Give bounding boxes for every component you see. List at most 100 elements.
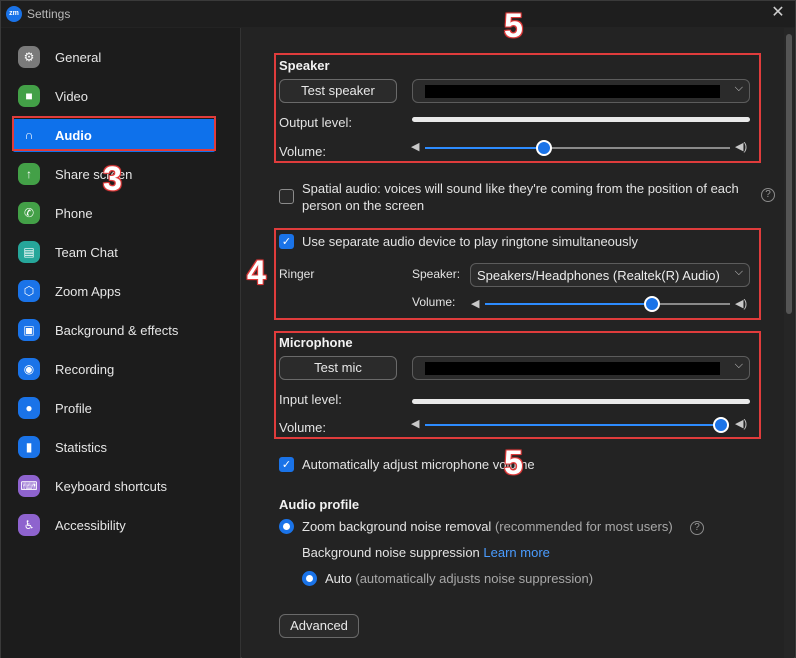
volume-high-icon: ◀) — [735, 418, 748, 430]
microphone-section-title: Microphone — [279, 335, 353, 350]
sidebar-item-label: Accessibility — [55, 518, 126, 533]
sidebar-item-audio[interactable]: ∩ Audio — [13, 119, 215, 152]
profile-icon: ● — [18, 397, 40, 419]
scrollbar-thumb[interactable] — [786, 34, 792, 314]
sidebar-item-video[interactable]: ■ Video — [13, 80, 215, 113]
spatial-audio-label-line2: person on the screen — [302, 198, 425, 213]
auto-suppression-line: Auto (automatically adjusts noise suppre… — [325, 571, 593, 586]
sidebar-item-profile[interactable]: ● Profile — [13, 392, 215, 425]
vertical-scrollbar[interactable] — [784, 28, 794, 658]
ringer-speaker-value: Speakers/Headphones (Realtek(R) Audio) — [477, 268, 720, 283]
suppression-line: Background noise suppression Learn more — [302, 545, 550, 560]
statistics-icon: ▮ — [18, 436, 40, 458]
zoom-noise-removal-line: Zoom background noise removal (recommend… — [302, 519, 673, 534]
zoom-noise-removal-hint: (recommended for most users) — [494, 519, 673, 534]
sidebar-item-label: Team Chat — [55, 245, 118, 260]
sidebar-item-label: Profile — [55, 401, 92, 416]
annotation-number-3: 3 — [103, 160, 122, 198]
ringer-label: Ringer — [279, 267, 315, 281]
ringer-volume-label: Volume: — [412, 295, 456, 309]
speaker-volume-knob[interactable] — [535, 140, 552, 156]
share-screen-icon: ↑ — [18, 163, 40, 185]
mic-volume-slider[interactable] — [425, 417, 729, 433]
input-level-meter — [412, 399, 750, 404]
volume-low-icon: ◀ — [411, 141, 420, 153]
keyboard-icon: ⌨ — [18, 475, 40, 497]
auto-adjust-mic-checkbox[interactable]: ✓ — [279, 457, 294, 472]
chevron-down-icon: ⌵ — [734, 82, 743, 94]
title-bar: zm Settings ✕ — [1, 1, 795, 27]
sidebar-item-label: Video — [55, 89, 89, 104]
sidebar-item-background-effects[interactable]: ▣ Background & effects — [13, 314, 215, 347]
phone-icon: ✆ — [18, 202, 40, 224]
audio-profile-title: Audio profile — [279, 497, 360, 512]
test-mic-button[interactable]: Test mic — [279, 356, 397, 380]
chat-icon: ▤ — [18, 241, 40, 263]
annotation-number-4: 4 — [247, 254, 266, 292]
ringer-volume-fill — [485, 303, 652, 305]
sidebar: ⚙ General ■ Video ∩ Audio ↑ Share screen ✆ Phone ▤… — [1, 28, 241, 658]
sidebar-item-recording[interactable]: ◉ Recording — [13, 353, 215, 386]
chevron-down-icon: ⌵ — [734, 266, 743, 278]
speaker-volume-label: Volume: — [279, 144, 326, 159]
learn-more-link[interactable]: Learn more — [483, 545, 549, 560]
window-title: Settings — [27, 7, 71, 21]
audio-settings-panel: Speaker Test speaker ⌵ Output level: Vol… — [242, 28, 785, 658]
sidebar-item-label: General — [55, 50, 102, 65]
sidebar-item-statistics[interactable]: ▮ Statistics — [13, 431, 215, 464]
help-icon[interactable]: ? — [761, 188, 775, 202]
spatial-audio-checkbox[interactable] — [279, 189, 294, 204]
auto-suppression-hint: (automatically adjusts noise suppression… — [355, 571, 594, 586]
auto-suppression-radio[interactable] — [302, 571, 317, 586]
input-level-label: Input level: — [279, 392, 342, 407]
sidebar-item-phone[interactable]: ✆ Phone — [13, 197, 215, 230]
redacted-device-name — [425, 362, 720, 375]
sidebar-item-label: Audio — [55, 128, 92, 143]
separate-ringtone-checkbox[interactable]: ✓ — [279, 234, 294, 249]
zoom-noise-removal-label: Zoom background noise removal — [302, 519, 492, 534]
sidebar-item-accessibility[interactable]: ♿ Accessibility — [13, 509, 215, 542]
test-speaker-button[interactable]: Test speaker — [279, 79, 397, 103]
ringer-volume-slider[interactable] — [485, 296, 730, 312]
mic-volume-knob[interactable] — [713, 417, 729, 433]
sidebar-item-label: Background & effects — [55, 323, 179, 338]
spatial-audio-label-line1: Spatial audio: voices will sound like th… — [302, 181, 739, 196]
speaker-volume-fill — [425, 147, 544, 149]
auto-suppression-label: Auto — [325, 571, 352, 586]
redacted-device-name — [425, 85, 720, 98]
close-icon[interactable]: ✕ — [769, 4, 787, 22]
suppression-label: Background noise suppression — [302, 545, 480, 560]
annotation-number-5-bottom: 5 — [504, 444, 523, 482]
microphone-device-select[interactable]: ⌵ — [412, 356, 750, 380]
sidebar-item-label: Keyboard shortcuts — [55, 479, 168, 494]
sidebar-item-team-chat[interactable]: ▤ Team Chat — [13, 236, 215, 269]
ringer-speaker-select[interactable]: Speakers/Headphones (Realtek(R) Audio) ⌵ — [470, 263, 750, 287]
headphones-icon: ∩ — [24, 128, 34, 142]
zoom-noise-removal-radio[interactable] — [279, 519, 294, 534]
apps-icon: ⬡ — [18, 280, 40, 302]
mic-volume-fill — [425, 424, 721, 426]
sidebar-item-label: Statistics — [55, 440, 108, 455]
advanced-button[interactable]: Advanced — [279, 614, 359, 638]
help-icon[interactable]: ? — [690, 521, 704, 535]
ringer-speaker-label: Speaker: — [412, 267, 461, 281]
speaker-device-select[interactable]: ⌵ — [412, 79, 750, 103]
volume-low-icon: ◀ — [471, 298, 480, 310]
volume-high-icon: ◀) — [735, 141, 748, 153]
sidebar-item-label: Zoom Apps — [55, 284, 121, 299]
volume-high-icon: ◀) — [735, 298, 748, 310]
ringer-volume-knob[interactable] — [643, 296, 660, 312]
speaker-section-title: Speaker — [279, 58, 330, 73]
sidebar-item-keyboard-shortcuts[interactable]: ⌨ Keyboard shortcuts — [13, 470, 215, 503]
volume-low-icon: ◀ — [411, 418, 420, 430]
separate-ringtone-label: Use separate audio device to play ringto… — [302, 234, 639, 249]
zoom-logo-icon: zm — [6, 6, 22, 22]
sidebar-item-label: Phone — [55, 206, 93, 221]
video-icon: ■ — [18, 85, 40, 107]
output-level-meter — [412, 117, 750, 122]
speaker-volume-slider[interactable] — [425, 140, 730, 156]
sidebar-item-general[interactable]: ⚙ General — [13, 41, 215, 74]
settings-window: zm Settings ✕ ⚙ General ■ Video ∩ Audio ↑ Share… — [0, 0, 796, 658]
sidebar-item-zoom-apps[interactable]: ⬡ Zoom Apps — [13, 275, 215, 308]
auto-adjust-mic-label: Automatically adjust microphone volume — [302, 457, 535, 472]
